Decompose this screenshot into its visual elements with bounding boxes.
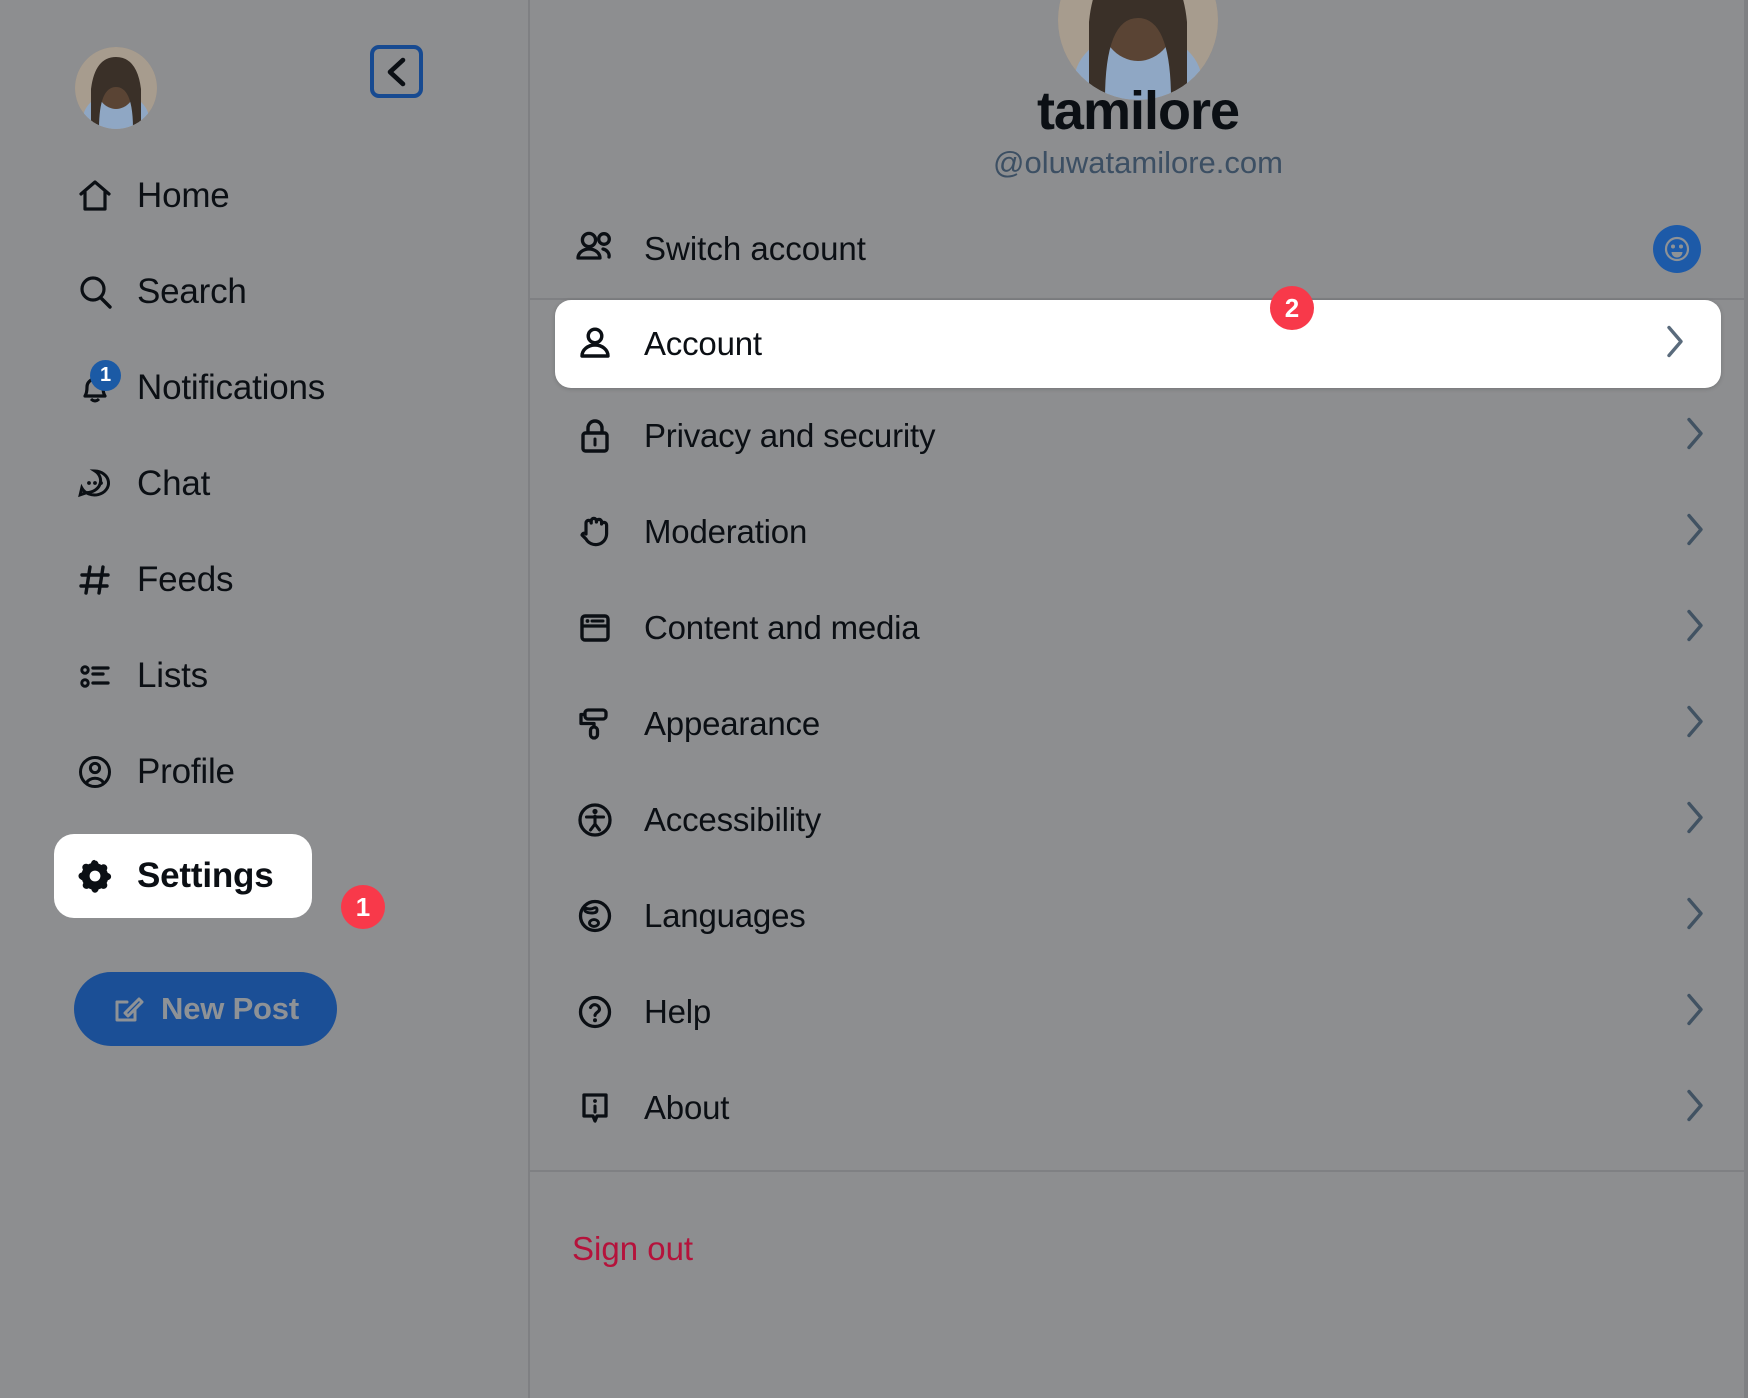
chevron-right-icon: [1684, 512, 1706, 553]
settings-item-help[interactable]: Help: [530, 964, 1746, 1060]
chevron-right-icon: [1684, 704, 1706, 745]
profile-handle: @oluwatamilore.com: [993, 145, 1283, 180]
search-icon: [74, 271, 116, 313]
chat-bubble-icon: [74, 463, 116, 505]
settings-item-label: Account: [644, 325, 762, 362]
sidebar-item-label: Settings: [137, 856, 274, 895]
annotation-badge-2: 2: [1270, 286, 1314, 330]
list-icon: [74, 655, 116, 697]
sidebar-item-lists[interactable]: Lists: [0, 642, 528, 710]
chevron-right-icon: [1684, 1088, 1706, 1129]
profile-display-name: tamilore: [1036, 81, 1240, 141]
sidebar-item-label: Home: [137, 176, 230, 215]
sign-out-container: Sign out: [530, 1172, 1746, 1268]
sidebar-item-search[interactable]: Search: [0, 258, 528, 326]
home-icon: [74, 175, 116, 217]
accessibility-icon: [572, 797, 618, 843]
sidebar-item-settings[interactable]: Settings: [54, 834, 312, 918]
hashtag-icon: [74, 559, 116, 601]
sidebar-item-label: Lists: [137, 656, 208, 695]
settings-item-moderation[interactable]: Moderation: [530, 484, 1746, 580]
settings-item-languages[interactable]: Languages: [530, 868, 1746, 964]
settings-item-privacy-and-security[interactable]: Privacy and security: [530, 388, 1746, 484]
raised-hand-icon: [572, 509, 618, 555]
profile-header: tamilore @oluwatamilore.com: [530, 0, 1746, 200]
chevron-left-icon: [387, 57, 405, 86]
chevron-right-icon: [1684, 416, 1706, 457]
sign-out-button[interactable]: Sign out: [530, 1172, 693, 1268]
settings-items-list: Account Privacy and security Moderation …: [530, 300, 1746, 1268]
chevron-right-icon: [1684, 896, 1706, 937]
settings-item-label: Appearance: [644, 705, 820, 742]
paint-roller-icon: [572, 701, 618, 747]
sidebar-item-feeds[interactable]: Feeds: [0, 546, 528, 614]
gear-icon: [74, 855, 116, 897]
sidebar-item-notifications[interactable]: 1 Notifications: [0, 354, 528, 422]
settings-item-label: Privacy and security: [644, 417, 936, 454]
sidebar-nav: Home Search 1 Notifications Chat Feeds L…: [0, 162, 528, 946]
sidebar-item-chat[interactable]: Chat: [0, 450, 528, 518]
chevron-right-icon: [1684, 608, 1706, 649]
globe-icon: [572, 893, 618, 939]
sidebar-item-profile[interactable]: Profile: [0, 738, 528, 806]
user-circle-icon: [74, 751, 116, 793]
settings-item-label: Languages: [644, 897, 806, 934]
sidebar-item-label: Search: [137, 272, 247, 311]
chevron-right-icon: [1684, 992, 1706, 1033]
smiley-face-avatar-icon[interactable]: [1653, 225, 1701, 273]
question-mark-icon: [572, 989, 618, 1035]
notifications-badge: 1: [90, 360, 121, 391]
annotation-badge-1: 1: [341, 885, 385, 929]
sidebar-header: [0, 0, 528, 140]
settings-item-label: Help: [644, 993, 712, 1030]
sidebar-item-label: Profile: [137, 752, 235, 791]
settings-panel: tamilore @oluwatamilore.com Switch accou…: [530, 0, 1748, 1398]
switch-account-label: Switch account: [644, 230, 866, 267]
settings-item-about[interactable]: About: [530, 1060, 1746, 1156]
settings-item-content-and-media[interactable]: Content and media: [530, 580, 1746, 676]
lock-icon: [572, 413, 618, 459]
switch-account-row[interactable]: Switch account: [530, 200, 1746, 300]
person-icon: [572, 321, 618, 367]
new-post-label: New Post: [161, 991, 299, 1026]
sidebar-item-label: Chat: [137, 464, 211, 503]
settings-screen: Home Search 1 Notifications Chat Feeds L…: [0, 0, 1748, 1398]
left-sidebar: Home Search 1 Notifications Chat Feeds L…: [0, 0, 530, 1398]
sidebar-item-home[interactable]: Home: [0, 162, 528, 230]
chevron-right-icon: [1684, 800, 1706, 841]
settings-item-label: Accessibility: [644, 801, 822, 838]
settings-item-label: Moderation: [644, 513, 808, 550]
bell-icon: 1: [74, 360, 121, 409]
users-icon: [572, 226, 618, 272]
chevron-right-icon: [1664, 324, 1686, 365]
compose-icon: [112, 991, 146, 1028]
settings-item-label: About: [644, 1089, 730, 1126]
settings-item-appearance[interactable]: Appearance: [530, 676, 1746, 772]
settings-item-account[interactable]: Account: [555, 300, 1721, 388]
sidebar-item-label: Feeds: [137, 560, 234, 599]
user-avatar-photo[interactable]: [75, 47, 157, 129]
collapse-sidebar-button[interactable]: [370, 45, 423, 98]
window-icon: [572, 605, 618, 651]
sidebar-item-label: Notifications: [137, 368, 326, 407]
new-post-button[interactable]: New Post: [74, 972, 337, 1046]
settings-item-label: Content and media: [644, 609, 920, 646]
panel-right-rail: [1744, 0, 1746, 1398]
info-icon: [572, 1085, 618, 1131]
settings-item-accessibility[interactable]: Accessibility: [530, 772, 1746, 868]
